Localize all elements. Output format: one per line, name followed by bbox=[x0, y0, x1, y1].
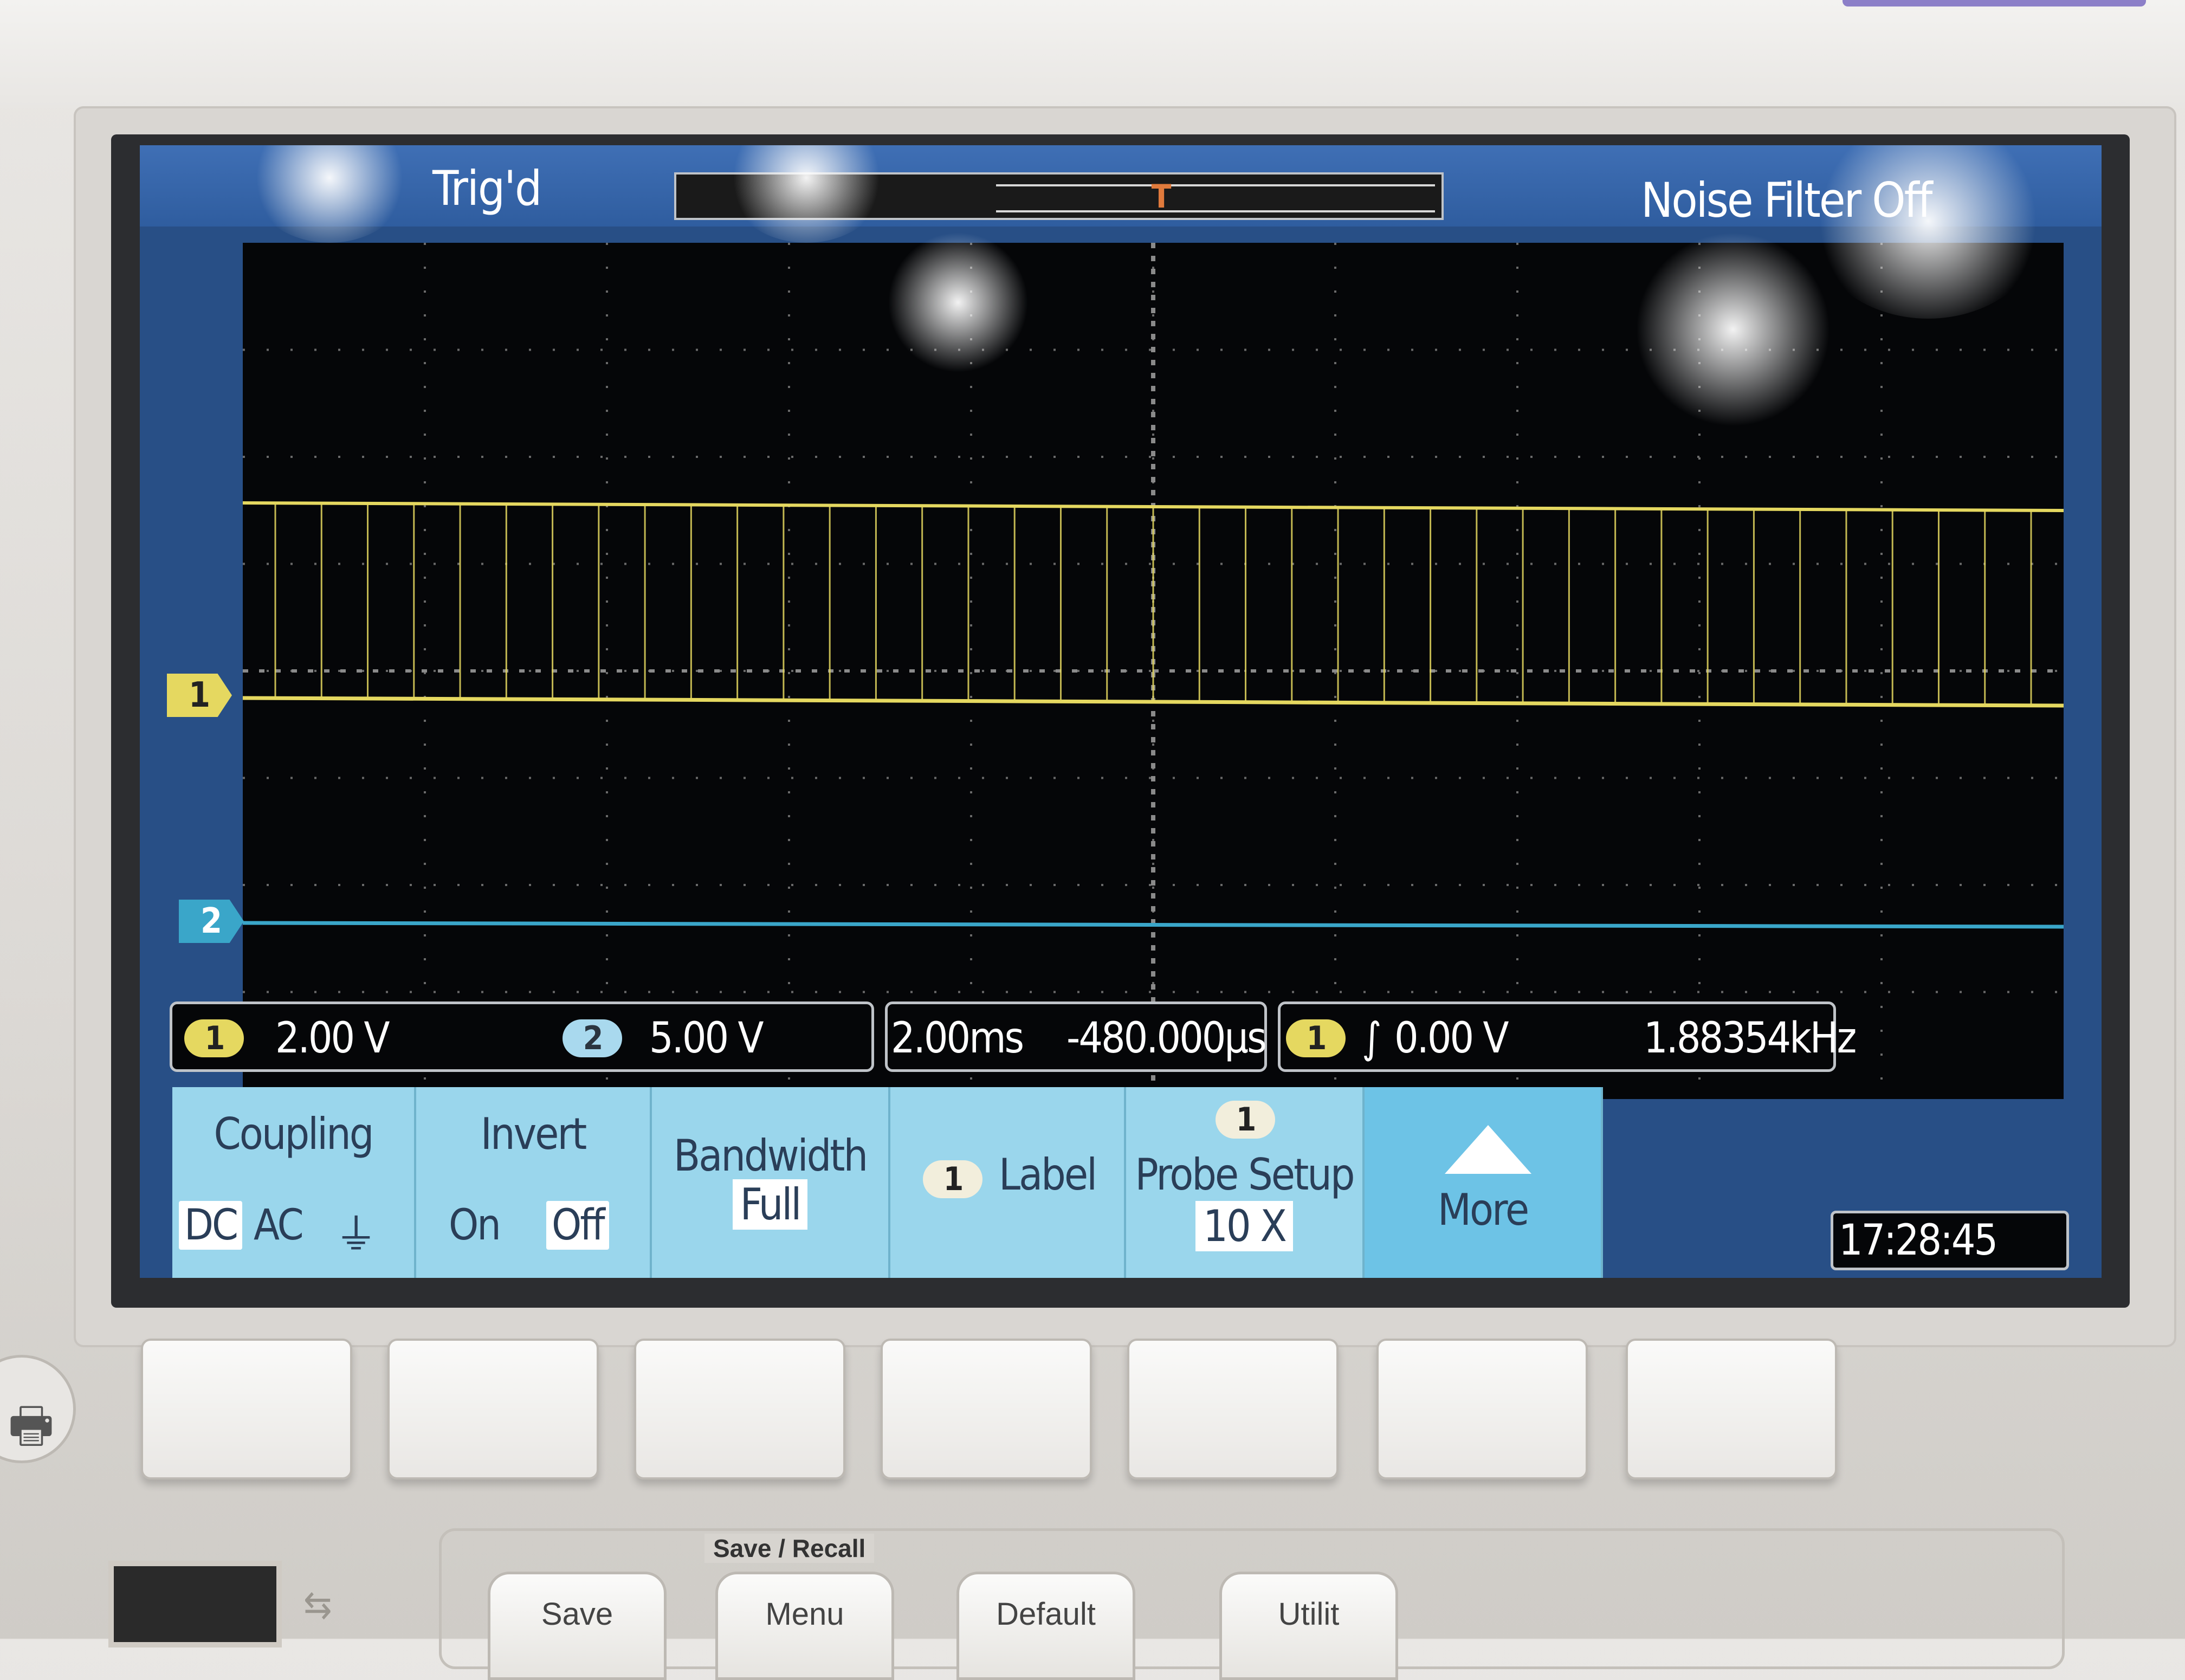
probe-channel-chip: 1 bbox=[1216, 1101, 1275, 1139]
hw-softkey-2[interactable] bbox=[387, 1339, 599, 1479]
hw-softkey-5[interactable] bbox=[1127, 1339, 1339, 1479]
waveform-graticule[interactable] bbox=[243, 243, 2064, 1099]
hw-softkey-7[interactable] bbox=[1626, 1339, 1837, 1479]
softkey-bandwidth[interactable]: Bandwidth Full bbox=[652, 1087, 890, 1278]
oscilloscope-screen: Trig'd Noise Filter Off T 1 2 1 2.00 V 2… bbox=[140, 145, 2102, 1278]
hw-softkey-3[interactable] bbox=[634, 1339, 845, 1479]
label-title: Label bbox=[999, 1149, 1097, 1200]
timebase-bar: 2.00ms -480.000µs bbox=[885, 1001, 1267, 1072]
utility-button[interactable]: Utilit bbox=[1219, 1572, 1398, 1680]
hw-softkey-6[interactable] bbox=[1376, 1339, 1588, 1479]
softkey-invert[interactable]: Invert On Off bbox=[416, 1087, 652, 1278]
invert-on-option[interactable]: On bbox=[449, 1201, 501, 1250]
clock-display: 17:28:45 bbox=[1831, 1211, 2069, 1270]
hw-softkey-4[interactable] bbox=[881, 1339, 1092, 1479]
invert-off-option[interactable]: Off bbox=[546, 1201, 609, 1250]
printer-icon: 🖶 bbox=[8, 1397, 54, 1454]
bandwidth-title: Bandwidth bbox=[673, 1130, 868, 1181]
menu-button[interactable]: Menu bbox=[715, 1572, 894, 1680]
timebase-delay: -480.000µs bbox=[1066, 1014, 1267, 1063]
ch2-waveform bbox=[243, 921, 2064, 929]
ch1-scale-value: 2.00 V bbox=[275, 1014, 390, 1063]
softkey-label[interactable]: 1 Label bbox=[890, 1087, 1126, 1278]
save-button[interactable]: Save bbox=[488, 1572, 667, 1680]
print-button[interactable]: 🖶 bbox=[0, 1355, 76, 1463]
usb-icon: ⇆ bbox=[303, 1582, 332, 1627]
device-top-panel bbox=[0, 0, 2185, 108]
probe-attenuation-value: 10 X bbox=[1126, 1201, 1362, 1251]
default-button[interactable]: Default bbox=[956, 1572, 1135, 1680]
ch2-chip: 2 bbox=[563, 1019, 622, 1057]
invert-title: Invert bbox=[480, 1109, 587, 1159]
coupling-title: Coupling bbox=[214, 1109, 374, 1159]
time-per-div: 2.00ms bbox=[891, 1014, 1024, 1063]
bandwidth-value: Full bbox=[652, 1179, 888, 1230]
softkey-probe-setup[interactable]: 1 Probe Setup 10 X bbox=[1126, 1087, 1365, 1278]
label-channel-chip: 1 bbox=[923, 1160, 982, 1198]
ch2-scale-value: 5.00 V bbox=[649, 1014, 764, 1063]
ch1-ground-marker[interactable]: 1 bbox=[167, 674, 232, 717]
hw-softkey-1[interactable] bbox=[141, 1339, 352, 1479]
coupling-ground-icon[interactable]: ⏚ bbox=[335, 1201, 377, 1262]
more-up-arrow-icon bbox=[1445, 1125, 1531, 1174]
trigger-source-chip: 1 bbox=[1286, 1019, 1346, 1057]
trigger-level: 0.00 V bbox=[1394, 1014, 1509, 1063]
trigger-status-label: Trig'd bbox=[432, 160, 542, 216]
probe-setup-title: Probe Setup bbox=[1135, 1149, 1355, 1200]
save-recall-label: Save / Recall bbox=[704, 1534, 875, 1563]
usb-port bbox=[108, 1561, 282, 1647]
more-title: More bbox=[1437, 1185, 1529, 1235]
coupling-ac-option[interactable]: AC bbox=[254, 1201, 304, 1250]
top-status-bar: Trig'd Noise Filter Off bbox=[140, 145, 2102, 228]
memory-timeline-bar bbox=[674, 172, 1444, 220]
timeline-view-window bbox=[996, 184, 1435, 212]
channel-scale-bar: 1 2.00 V 2 5.00 V bbox=[170, 1001, 874, 1072]
trigger-position-marker: T bbox=[1151, 178, 1172, 216]
ch2-ground-marker[interactable]: 2 bbox=[179, 900, 244, 943]
ch1-chip: 1 bbox=[184, 1019, 244, 1057]
device-accent-strip bbox=[1843, 0, 2146, 7]
graticule-grid bbox=[243, 243, 2064, 1099]
softkey-more[interactable]: More bbox=[1365, 1087, 1603, 1278]
coupling-dc-option[interactable]: DC bbox=[179, 1201, 243, 1250]
softkey-coupling[interactable]: Coupling DC AC ⏚ bbox=[172, 1087, 416, 1278]
noise-filter-status: Noise Filter Off bbox=[1641, 172, 1932, 228]
rising-edge-icon: ∫ bbox=[1362, 1014, 1382, 1063]
trigger-frequency: 1.88354kHz bbox=[1644, 1014, 1857, 1063]
trigger-info-bar: 1 ∫ 0.00 V 1.88354kHz bbox=[1278, 1001, 1857, 1072]
